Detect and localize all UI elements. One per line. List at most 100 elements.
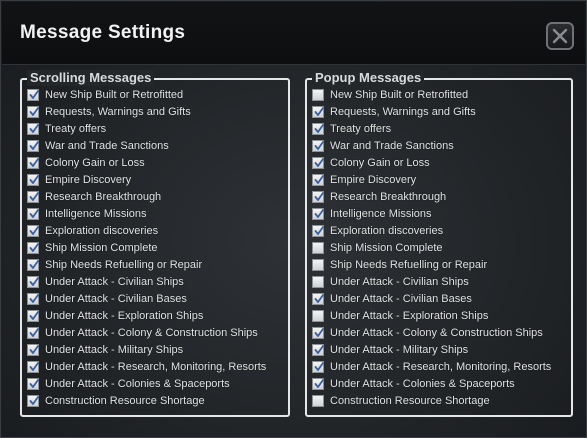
popup-option-2[interactable]: Treaty offers [312,121,567,138]
scrolling-option-18[interactable]: Construction Resource Shortage [27,393,284,410]
popup-option-11[interactable]: Under Attack - Civilian Ships [312,274,567,291]
popup-option-9[interactable]: Ship Mission Complete [312,240,567,257]
scrolling-option-4[interactable]: Colony Gain or Loss [27,155,284,172]
scrolling-checkbox-17[interactable] [27,378,39,390]
check-icon [29,379,39,388]
popup-checkbox-2[interactable] [312,123,324,135]
popup-option-15[interactable]: Under Attack - Military Ships [312,342,567,359]
popup-checkbox-0[interactable] [312,89,324,101]
scrolling-option-14[interactable]: Under Attack - Colony & Construction Shi… [27,325,284,342]
popup-option-16[interactable]: Under Attack - Research, Monitoring, Res… [312,359,567,376]
scrolling-option-0[interactable]: New Ship Built or Retrofitted [27,87,284,104]
popup-option-10[interactable]: Ship Needs Refuelling or Repair [312,257,567,274]
popup-option-8[interactable]: Exploration discoveries [312,223,567,240]
scrolling-checkbox-15[interactable] [27,344,39,356]
close-button[interactable] [546,22,574,50]
popup-option-label: Intelligence Missions [330,208,432,220]
popup-checkbox-7[interactable] [312,208,324,220]
popup-option-5[interactable]: Empire Discovery [312,172,567,189]
popup-option-3[interactable]: War and Trade Sanctions [312,138,567,155]
popup-checkbox-5[interactable] [312,174,324,186]
check-icon [314,328,324,337]
scrolling-checkbox-10[interactable] [27,259,39,271]
scrolling-checkbox-3[interactable] [27,140,39,152]
popup-checkbox-17[interactable] [312,378,324,390]
popup-checkbox-1[interactable] [312,106,324,118]
popup-option-label: Empire Discovery [330,174,417,186]
scrolling-messages-group: Scrolling Messages New Ship Built or Ret… [20,70,290,417]
popup-option-label: War and Trade Sanctions [330,140,454,152]
popup-checkbox-11[interactable] [312,276,324,288]
popup-checkbox-15[interactable] [312,344,324,356]
scrolling-checkbox-14[interactable] [27,327,39,339]
popup-checkbox-12[interactable] [312,293,324,305]
popup-checkbox-18[interactable] [312,395,324,407]
popup-option-label: Ship Needs Refuelling or Repair [330,259,488,271]
scrolling-option-8[interactable]: Exploration discoveries [27,223,284,240]
scrolling-option-3[interactable]: War and Trade Sanctions [27,138,284,155]
scrolling-option-2[interactable]: Treaty offers [27,121,284,138]
popup-checkbox-13[interactable] [312,310,324,322]
popup-checkbox-4[interactable] [312,157,324,169]
popup-option-12[interactable]: Under Attack - Civilian Bases [312,291,567,308]
popup-option-1[interactable]: Requests, Warnings and Gifts [312,104,567,121]
scrolling-option-9[interactable]: Ship Mission Complete [27,240,284,257]
popup-option-17[interactable]: Under Attack - Colonies & Spaceports [312,376,567,393]
popup-option-4[interactable]: Colony Gain or Loss [312,155,567,172]
popup-option-label: Under Attack - Civilian Ships [330,276,469,288]
popup-option-0[interactable]: New Ship Built or Retrofitted [312,87,567,104]
popup-checkbox-16[interactable] [312,361,324,373]
popup-option-label: Under Attack - Military Ships [330,344,469,356]
scrolling-checkbox-2[interactable] [27,123,39,135]
scrolling-option-7[interactable]: Intelligence Missions [27,206,284,223]
popup-messages-legend: Popup Messages [312,70,425,86]
scrolling-option-label: War and Trade Sanctions [45,140,169,152]
scrolling-option-1[interactable]: Requests, Warnings and Gifts [27,104,284,121]
popup-checkbox-14[interactable] [312,327,324,339]
popup-option-14[interactable]: Under Attack - Colony & Construction Shi… [312,325,567,342]
scrolling-checkbox-1[interactable] [27,106,39,118]
popup-checkbox-10[interactable] [312,259,324,271]
scrolling-checkbox-7[interactable] [27,208,39,220]
scrolling-checkbox-6[interactable] [27,191,39,203]
scrolling-checkbox-8[interactable] [27,225,39,237]
scrolling-checkbox-11[interactable] [27,276,39,288]
popup-checkbox-3[interactable] [312,140,324,152]
popup-option-label: Ship Mission Complete [330,242,443,254]
check-icon [29,192,39,201]
scrolling-option-13[interactable]: Under Attack - Exploration Ships [27,308,284,325]
scrolling-checkbox-13[interactable] [27,310,39,322]
scrolling-option-5[interactable]: Empire Discovery [27,172,284,189]
scrolling-checkbox-0[interactable] [27,89,39,101]
popup-option-13[interactable]: Under Attack - Exploration Ships [312,308,567,325]
scrolling-option-16[interactable]: Under Attack - Research, Monitoring, Res… [27,359,284,376]
popup-option-6[interactable]: Research Breakthrough [312,189,567,206]
scrolling-checkbox-9[interactable] [27,242,39,254]
scrolling-checkbox-16[interactable] [27,361,39,373]
popup-option-label: Construction Resource Shortage [330,395,490,407]
scrolling-option-label: Ship Needs Refuelling or Repair [45,259,203,271]
scrolling-checkbox-4[interactable] [27,157,39,169]
scrolling-option-label: New Ship Built or Retrofitted [45,89,184,101]
scrolling-option-17[interactable]: Under Attack - Colonies & Spaceports [27,376,284,393]
popup-checkbox-9[interactable] [312,242,324,254]
check-icon [314,209,324,218]
scrolling-option-10[interactable]: Ship Needs Refuelling or Repair [27,257,284,274]
scrolling-option-11[interactable]: Under Attack - Civilian Ships [27,274,284,291]
popup-option-7[interactable]: Intelligence Missions [312,206,567,223]
scrolling-option-12[interactable]: Under Attack - Civilian Bases [27,291,284,308]
check-icon [314,226,324,235]
popup-option-18[interactable]: Construction Resource Shortage [312,393,567,410]
scrolling-checkbox-18[interactable] [27,395,39,407]
popup-checkbox-6[interactable] [312,191,324,203]
scrolling-option-6[interactable]: Research Breakthrough [27,189,284,206]
check-icon [29,311,39,320]
popup-checkbox-8[interactable] [312,225,324,237]
scrolling-checkbox-5[interactable] [27,174,39,186]
scrolling-option-15[interactable]: Under Attack - Military Ships [27,342,284,359]
check-icon [29,90,39,99]
check-icon [314,124,324,133]
check-icon [29,260,39,269]
scrolling-checkbox-12[interactable] [27,293,39,305]
scrolling-messages-legend: Scrolling Messages [27,70,155,86]
